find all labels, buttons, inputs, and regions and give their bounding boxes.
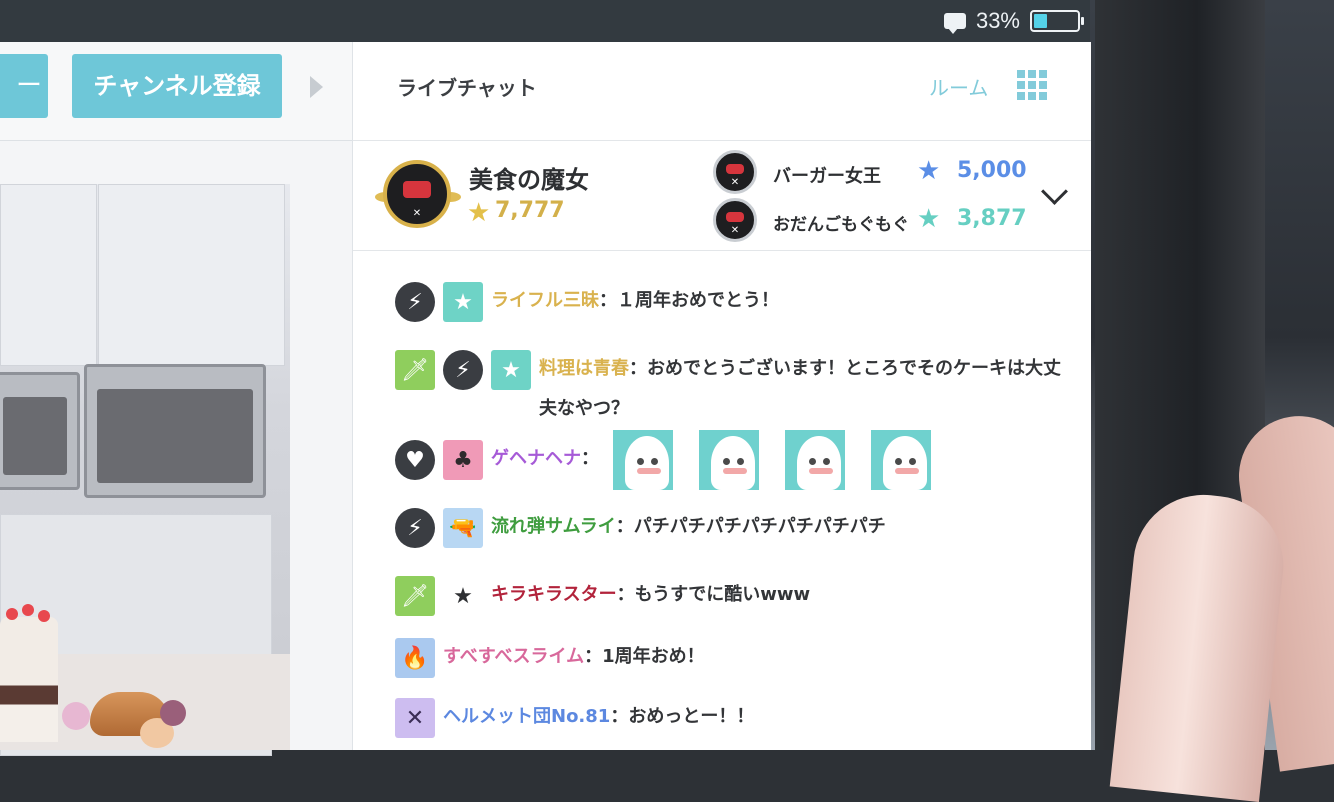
chat-username[interactable]: ライフル三昧 <box>491 290 599 311</box>
arrow-right-icon[interactable] <box>310 76 323 98</box>
room-link[interactable]: ルーム <box>929 72 988 101</box>
third-supporter-name: おだんごもぐもぐ <box>773 215 909 235</box>
supporter-ranking[interactable]: 美食の魔女 ★ 7,777 バーガー女王 ★ 5,000 おだんごもぐもぐ ★ … <box>353 142 1091 251</box>
strawberry <box>6 608 18 620</box>
second-supporter-badge-icon <box>713 150 757 194</box>
chevron-down-icon[interactable] <box>1041 178 1068 205</box>
chat-message: 🔥 すべすべスライム：1周年おめ！ <box>395 638 705 678</box>
chat-header: ライブチャット ルーム <box>353 42 1091 141</box>
battery-percent: 33% <box>975 8 1020 33</box>
flame-icon: 🔥 <box>395 638 435 678</box>
cabinet <box>0 184 97 366</box>
battery-icon <box>1030 10 1084 32</box>
strawberry <box>38 610 50 622</box>
chat-username[interactable]: 流れ弾サムライ <box>491 516 616 537</box>
second-supporter-name: バーガー女王 <box>773 166 881 187</box>
gold-star-icon: ★ <box>467 198 491 228</box>
sticker-image <box>699 430 759 490</box>
chat-text: ： <box>581 448 599 469</box>
cake <box>0 617 58 742</box>
chat-text: ：おめでとうございます！ところでそのケーキは大丈 <box>629 358 1061 379</box>
star-icon: ★ <box>443 282 483 322</box>
pastry <box>160 700 186 726</box>
helmet-icon: ✕ <box>395 698 435 738</box>
chat-message: 🗡 ★ キラキラスター：もうすでに酷いwww <box>395 576 810 616</box>
sticker-image <box>871 430 931 490</box>
battery-fill <box>1034 14 1047 28</box>
sword-icon: 🗡 <box>395 350 435 390</box>
chat-username[interactable]: すべすべスライム <box>443 646 584 667</box>
chat-message: ♥ ♣ ゲヘナヘナ： <box>395 430 957 490</box>
chat-title: ライブチャット <box>397 76 537 100</box>
oven <box>0 372 80 490</box>
lightning-icon: ⚡ <box>443 350 483 390</box>
lightning-icon: ⚡ <box>395 282 435 322</box>
chat-text: ：もうすでに酷いwww <box>616 584 811 605</box>
star-cycle-icon: ★ <box>453 583 473 609</box>
teal-star-icon: ★ <box>917 204 941 234</box>
video-toolbar: ー チャンネル登録 <box>0 42 352 141</box>
chat-username[interactable]: 料理は青春 <box>539 358 629 379</box>
chat-message: ⚡ ★ ライフル三昧：１周年おめでとう！ <box>395 282 779 322</box>
live-chat-panel: ライブチャット ルーム 美食の魔女 ★ 7,777 バーガー女王 ★ 5,000… <box>352 42 1091 750</box>
sticker-image <box>613 430 673 490</box>
chat-message-list: ⚡ ★ ライフル三昧：１周年おめでとう！ 🗡 ⚡ ★ 料理は青春：おめでとうござ… <box>353 252 1091 750</box>
chat-username[interactable]: キラキラスター <box>491 584 617 605</box>
status-bar: 33% <box>0 0 1090 42</box>
third-supporter-badge-icon <box>713 198 757 242</box>
status-indicators: 33% <box>943 8 1084 34</box>
heart-icon: ♥ <box>395 440 435 480</box>
strawberry <box>22 604 34 616</box>
chat-message: 🗡 ⚡ ★ 料理は青春：おめでとうございます！ところでそのケーキは大丈 <box>395 350 1061 390</box>
subscribe-channel-button[interactable]: チャンネル登録 <box>72 54 282 118</box>
message-icon <box>943 13 966 34</box>
chat-message: ⚡ 🔫 流れ弾サムライ：パチパチパチパチパチパチパチ <box>395 508 886 548</box>
top-supporter-score: 7,777 <box>495 198 565 223</box>
chat-message: ✕ ヘルメット団No.81：おめっとー！！ <box>395 698 754 738</box>
third-supporter-score: 3,877 <box>957 206 1027 231</box>
grid-menu-icon[interactable] <box>1017 70 1047 100</box>
chat-text: ：パチパチパチパチパチパチパチ <box>615 516 886 537</box>
lightning-icon: ⚡ <box>395 508 435 548</box>
chat-text: ：おめっとー！！ <box>610 706 755 727</box>
star-icon: ★ <box>491 350 531 390</box>
oven <box>84 364 266 498</box>
sticker-image <box>785 430 845 490</box>
chat-username[interactable]: ゲヘナヘナ <box>491 448 581 469</box>
partial-button[interactable]: ー <box>0 54 48 118</box>
sword-icon: 🗡 <box>395 576 435 616</box>
macaron <box>62 702 90 730</box>
top-supporter-badge-icon <box>383 160 451 228</box>
chat-text: ：１周年おめでとう！ <box>599 290 779 311</box>
chat-text-continued: 夫なやつ？ <box>539 398 629 419</box>
second-supporter-score: 5,000 <box>957 158 1027 183</box>
gun-icon: 🔫 <box>443 508 483 548</box>
blue-star-icon: ★ <box>917 156 941 186</box>
club-icon: ♣ <box>443 440 483 480</box>
chat-text: ：1周年おめ！ <box>584 646 705 667</box>
chat-username[interactable]: ヘルメット団No.81 <box>443 706 610 727</box>
video-panel: ー チャンネル登録 <box>0 42 352 756</box>
top-supporter-name: 美食の魔女 <box>469 166 589 194</box>
cabinet <box>98 184 285 366</box>
